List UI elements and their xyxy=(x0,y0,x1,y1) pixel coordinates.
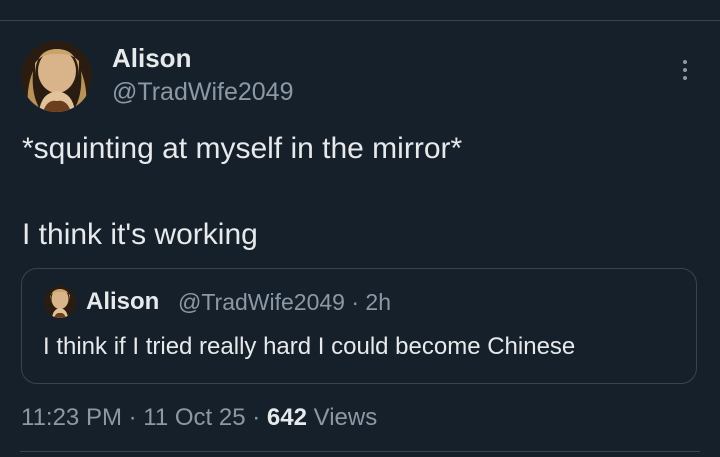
bottom-divider xyxy=(20,451,700,452)
more-options-icon[interactable] xyxy=(670,54,700,86)
meta-separator: · xyxy=(128,404,137,431)
author-display-name[interactable]: Alison xyxy=(112,41,191,75)
quote-author-avatar[interactable] xyxy=(44,286,76,318)
author-avatar[interactable] xyxy=(21,41,92,112)
top-divider xyxy=(0,20,720,21)
quote-author-meta: @TradWife2049 · 2h xyxy=(178,287,391,317)
views-label: Views xyxy=(313,404,378,431)
tweet-meta-row: 11:23 PM · 11 Oct 25 · 642 Views xyxy=(21,402,377,434)
author-handle[interactable]: @TradWife2049 xyxy=(112,76,293,108)
avatar-photo-icon xyxy=(21,41,92,112)
avatar-photo-icon xyxy=(44,286,76,318)
quote-author-handle[interactable]: @TradWife2049 xyxy=(178,289,345,315)
tweet-date[interactable]: 11 Oct 25 xyxy=(143,404,245,431)
more-dot xyxy=(683,68,687,72)
meta-separator: · xyxy=(252,404,261,431)
quote-author-display-name[interactable]: Alison xyxy=(86,287,159,317)
more-dot xyxy=(683,76,687,80)
tweet-text-line: *squinting at myself in the mirror* xyxy=(22,132,463,165)
quote-text: I think if I tried really hard I could b… xyxy=(43,333,576,360)
more-dot xyxy=(683,60,687,64)
quote-separator: · xyxy=(351,289,360,315)
tweet-time[interactable]: 11:23 PM xyxy=(21,404,122,431)
quote-time-ago[interactable]: 2h xyxy=(365,289,391,315)
quoted-tweet-card[interactable] xyxy=(21,268,697,384)
views-count: 642 xyxy=(266,404,307,431)
tweet-text-line: I think it's working xyxy=(22,218,258,251)
